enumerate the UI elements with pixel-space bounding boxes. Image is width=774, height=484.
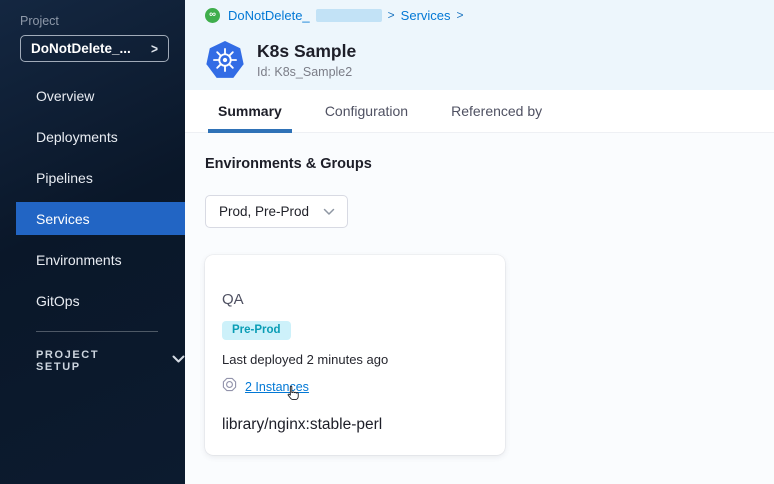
service-id: Id: K8s_Sample2: [257, 65, 356, 79]
chevron-down-icon: [323, 204, 335, 219]
tab-referenced-by[interactable]: Referenced by: [448, 103, 545, 132]
environment-name: QA: [222, 291, 489, 308]
environment-type-badge: Pre-Prod: [222, 321, 291, 340]
breadcrumb-services-link[interactable]: Services: [401, 8, 451, 23]
sidebar-nav: Overview Deployments Pipelines Services …: [0, 75, 185, 321]
sidebar-item-environments[interactable]: Environments: [0, 239, 185, 280]
project-infinity-icon: ∞: [205, 8, 220, 23]
service-header: K8s Sample Id: K8s_Sample2: [185, 30, 774, 90]
chevron-down-icon: [172, 355, 185, 367]
environment-filter-value: Prod, Pre-Prod: [219, 204, 309, 219]
project-setup-toggle[interactable]: PROJECT SETUP: [36, 349, 185, 373]
sidebar-item-pipelines[interactable]: Pipelines: [0, 157, 185, 198]
instances-icon: [222, 377, 237, 397]
project-sidebar: Project DoNotDelete_... > Overview Deplo…: [0, 0, 185, 484]
kubernetes-icon: [206, 41, 244, 79]
project-setup-label: PROJECT SETUP: [36, 349, 148, 373]
main-panel: ∞ DoNotDelete_ > Services > K8s Sample: [185, 0, 774, 484]
app-window: Project DoNotDelete_... > Overview Deplo…: [0, 0, 774, 484]
project-selector[interactable]: DoNotDelete_... >: [20, 35, 169, 62]
project-selector-value: DoNotDelete_...: [31, 41, 131, 56]
environment-card-qa[interactable]: QA Pre-Prod Last deployed 2 minutes ago …: [205, 255, 505, 455]
instances-link[interactable]: 2 Instances: [245, 380, 309, 394]
breadcrumb: ∞ DoNotDelete_ > Services >: [185, 0, 774, 30]
instances-row: 2 Instances: [222, 379, 489, 395]
summary-content: Environments & Groups Prod, Pre-Prod QA …: [185, 133, 774, 484]
tab-configuration[interactable]: Configuration: [322, 103, 411, 132]
environment-filter-dropdown[interactable]: Prod, Pre-Prod: [205, 195, 348, 228]
service-title-block: K8s Sample Id: K8s_Sample2: [257, 41, 356, 79]
chevron-right-icon: >: [151, 40, 158, 56]
sidebar-item-gitops[interactable]: GitOps: [0, 280, 185, 321]
page-title: K8s Sample: [257, 41, 356, 62]
sidebar-item-deployments[interactable]: Deployments: [0, 116, 185, 157]
sidebar-item-services[interactable]: Services: [16, 202, 185, 235]
last-deployed-text: Last deployed 2 minutes ago: [222, 352, 489, 367]
artifact-name: library/nginx:stable-perl: [222, 416, 489, 434]
breadcrumb-project-link[interactable]: DoNotDelete_: [228, 8, 310, 23]
chevron-separator-icon: >: [457, 8, 464, 22]
sidebar-item-overview[interactable]: Overview: [0, 75, 185, 116]
service-tabs: Summary Configuration Referenced by: [185, 90, 774, 133]
sidebar-divider: [36, 331, 158, 332]
section-title: Environments & Groups: [205, 156, 774, 172]
tab-summary[interactable]: Summary: [215, 103, 285, 132]
redacted-project-name: [316, 9, 382, 22]
chevron-separator-icon: >: [388, 8, 395, 22]
project-label: Project: [20, 14, 185, 28]
